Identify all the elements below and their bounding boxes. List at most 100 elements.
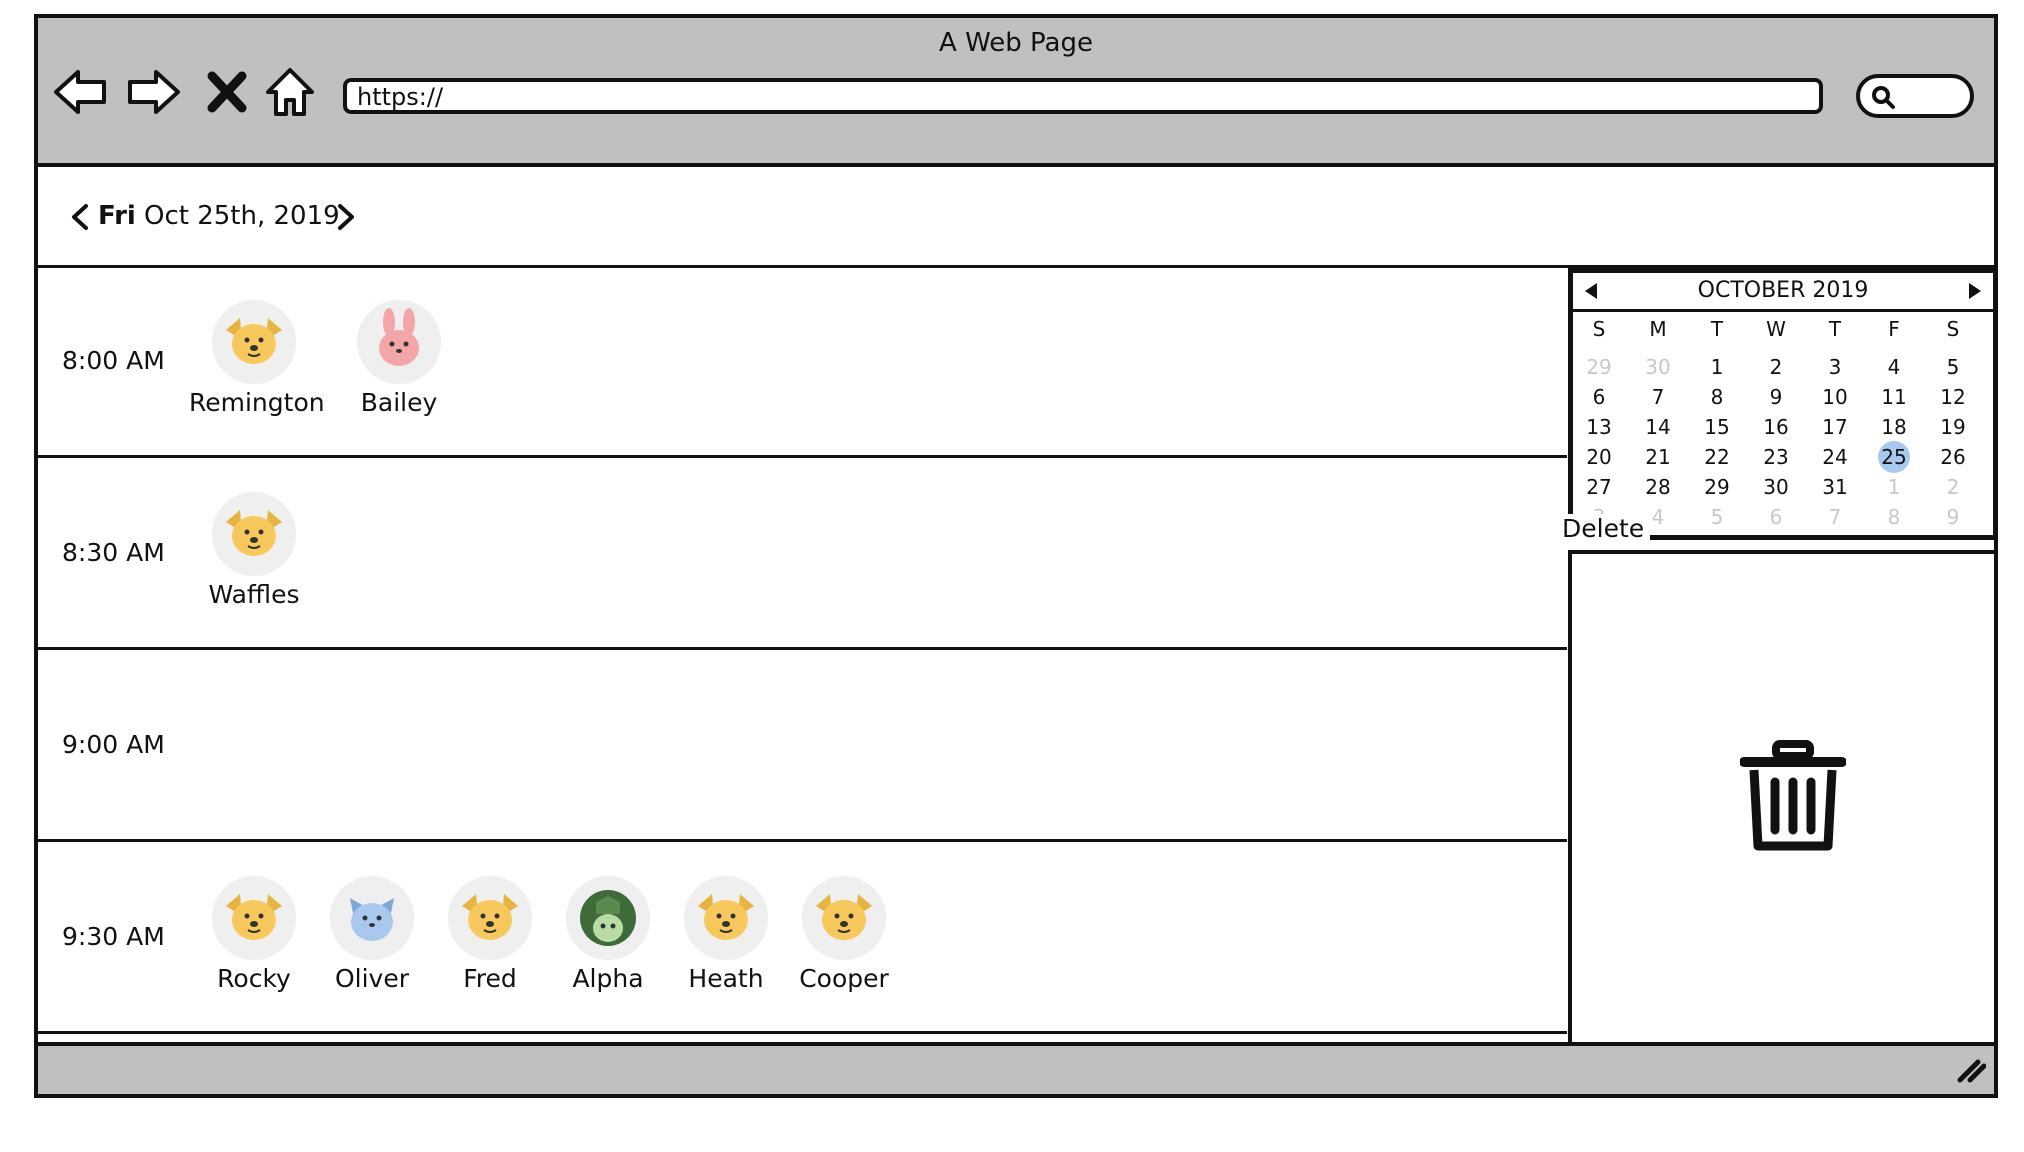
- pet-name: Bailey: [360, 388, 438, 417]
- calendar-next-icon[interactable]: [1965, 281, 1985, 301]
- calendar-day[interactable]: 18: [1874, 415, 1914, 439]
- time-slot: 8:00 AM Remington Bailey: [38, 268, 1567, 458]
- calendar-day[interactable]: 26: [1933, 445, 1973, 469]
- pet-card[interactable]: Heath: [661, 876, 791, 993]
- time-slot: 9:00 AM: [38, 652, 1567, 842]
- calendar-day[interactable]: 8: [1697, 385, 1737, 409]
- chevron-left-icon[interactable]: [68, 202, 92, 232]
- calendar-day[interactable]: 21: [1638, 445, 1678, 469]
- url-field[interactable]: https://: [343, 78, 1823, 114]
- pet-name: Oliver: [334, 964, 410, 993]
- turtle-icon: [566, 876, 650, 960]
- calendar-day[interactable]: 27: [1579, 475, 1619, 499]
- calendar-day[interactable]: 28: [1638, 475, 1678, 499]
- resize-grip-icon[interactable]: [1956, 1054, 1986, 1084]
- calendar-day[interactable]: 1: [1874, 475, 1914, 499]
- calendar-day[interactable]: 31: [1815, 475, 1855, 499]
- pet-avatar: [448, 876, 532, 960]
- calendar-day[interactable]: 30: [1756, 475, 1796, 499]
- dog-icon: [448, 876, 532, 960]
- search-field[interactable]: [1856, 74, 1974, 118]
- chevron-right-icon[interactable]: [334, 202, 358, 232]
- calendar-day[interactable]: 16: [1756, 415, 1796, 439]
- pet-avatar: [684, 876, 768, 960]
- home-icon[interactable]: [260, 62, 320, 122]
- calendar-weekday: T: [1828, 317, 1842, 341]
- pet-name: Heath: [688, 964, 764, 993]
- close-icon[interactable]: [198, 62, 258, 122]
- forward-arrow-icon[interactable]: [122, 62, 182, 122]
- month-calendar: OCTOBER 2019 S M T W T F S 29 30 1 2 3 4 5 6 7 8 9 10 11 12 1…: [1568, 268, 1998, 540]
- calendar-day[interactable]: 24: [1815, 445, 1855, 469]
- calendar-day[interactable]: 3: [1815, 355, 1855, 379]
- appointment-schedule: 8:00 AM Remington Bailey 8:30 AM Waffles 9:00…: [38, 268, 1567, 1060]
- calendar-day[interactable]: 5: [1697, 505, 1737, 529]
- pet-avatar: [330, 876, 414, 960]
- calendar-day[interactable]: 1: [1697, 355, 1737, 379]
- calendar-week-row: 20 21 22 23 24 25 26: [1579, 441, 1987, 475]
- trash-icon: [1740, 740, 1846, 851]
- slot-time-label: 9:30 AM: [62, 922, 165, 951]
- search-icon: [1872, 86, 1895, 109]
- calendar-day[interactable]: 29: [1579, 355, 1619, 379]
- calendar-weekday: S: [1946, 317, 1960, 341]
- pet-avatar: [212, 492, 296, 576]
- calendar-day[interactable]: 6: [1756, 505, 1796, 529]
- pet-card[interactable]: Remington: [189, 300, 325, 417]
- pet-avatar: [566, 876, 650, 960]
- calendar-week-row: 6 7 8 9 10 11 12: [1579, 385, 1987, 415]
- date-weekday: Fri: [98, 201, 136, 231]
- calendar-day[interactable]: 15: [1697, 415, 1737, 439]
- delete-drop-zone[interactable]: [1568, 550, 1998, 1056]
- status-bar: [38, 1042, 1994, 1094]
- browser-toolbar: A Web Page https://: [38, 18, 1994, 167]
- calendar-weekday: M: [1649, 317, 1667, 341]
- calendar-day[interactable]: 22: [1697, 445, 1737, 469]
- calendar-day[interactable]: 29: [1697, 475, 1737, 499]
- cat-icon: [330, 876, 414, 960]
- calendar-header: OCTOBER 2019: [1573, 273, 1993, 312]
- calendar-day[interactable]: 14: [1638, 415, 1678, 439]
- calendar-day[interactable]: 6: [1579, 385, 1619, 409]
- date-navigator: Fri Oct 25th, 2019: [38, 167, 1994, 268]
- pet-avatar: [802, 876, 886, 960]
- calendar-day[interactable]: 4: [1874, 355, 1914, 379]
- calendar-day[interactable]: 17: [1815, 415, 1855, 439]
- time-slot: 9:30 AM Rocky Oliver Fred Alpha Heath Cooper: [38, 844, 1567, 1034]
- pet-card[interactable]: Bailey: [334, 300, 464, 417]
- calendar-day[interactable]: 11: [1874, 385, 1914, 409]
- pet-card[interactable]: Alpha: [543, 876, 673, 993]
- browser-window: A Web Page https:// Fri Oct 25th, 2019 8…: [34, 14, 1998, 1098]
- calendar-day[interactable]: 9: [1756, 385, 1796, 409]
- time-slot: 8:30 AM Waffles: [38, 460, 1567, 650]
- calendar-weekday: S: [1592, 317, 1606, 341]
- calendar-day[interactable]: 20: [1579, 445, 1619, 469]
- calendar-day[interactable]: 23: [1756, 445, 1796, 469]
- pet-name: Alpha: [572, 964, 644, 993]
- calendar-day[interactable]: 2: [1933, 475, 1973, 499]
- pet-card[interactable]: Cooper: [779, 876, 909, 993]
- calendar-day[interactable]: 9: [1933, 505, 1973, 529]
- pet-card[interactable]: Oliver: [307, 876, 437, 993]
- calendar-day[interactable]: 13: [1579, 415, 1619, 439]
- calendar-day[interactable]: 2: [1756, 355, 1796, 379]
- pet-card[interactable]: Rocky: [189, 876, 319, 993]
- dog-icon: [212, 492, 296, 576]
- back-arrow-icon[interactable]: [52, 62, 112, 122]
- dog-icon: [802, 876, 886, 960]
- rabbit-icon: [357, 300, 441, 384]
- pet-card[interactable]: Fred: [425, 876, 555, 993]
- calendar-day[interactable]: 8: [1874, 505, 1914, 529]
- calendar-day[interactable]: 10: [1815, 385, 1855, 409]
- calendar-week-row: 13 14 15 16 17 18 19: [1579, 415, 1987, 445]
- calendar-day[interactable]: 5: [1933, 355, 1973, 379]
- calendar-day[interactable]: 30: [1638, 355, 1678, 379]
- calendar-day[interactable]: 12: [1933, 385, 1973, 409]
- calendar-prev-icon[interactable]: [1581, 281, 1601, 301]
- calendar-day[interactable]: 7: [1815, 505, 1855, 529]
- pet-name: Fred: [463, 964, 517, 993]
- calendar-day[interactable]: 7: [1638, 385, 1678, 409]
- calendar-day[interactable]: 19: [1933, 415, 1973, 439]
- calendar-day-selected[interactable]: 25: [1878, 441, 1910, 473]
- pet-card[interactable]: Waffles: [189, 492, 319, 609]
